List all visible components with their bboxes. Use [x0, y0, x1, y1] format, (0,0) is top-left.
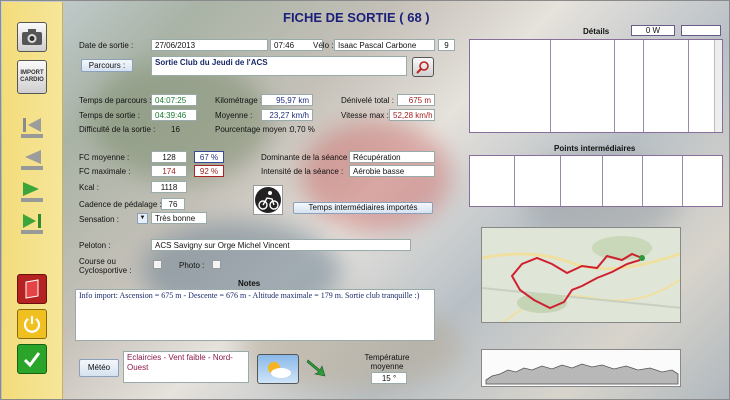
parcours-field[interactable]: Sortie Club du Jeudi de l'ACS	[151, 56, 407, 76]
camera-icon	[22, 29, 42, 45]
sensation-label: Sensation :	[79, 215, 120, 224]
cadence-value[interactable]: 76	[161, 198, 185, 210]
intensite-label: Intensité de la séance :	[261, 167, 344, 176]
meteo-button[interactable]: Météo	[79, 359, 119, 377]
last-record-button[interactable]	[17, 208, 47, 238]
difficulte-value: 16	[171, 125, 180, 134]
cadence-label: Cadence de pédalage :	[79, 200, 162, 209]
date-label: Date de sortie :	[79, 41, 134, 50]
sidebar: IMPORT CARDIO	[2, 2, 63, 399]
dominante-value[interactable]: Récupération	[349, 151, 435, 163]
fc-max-percent: 92 %	[194, 165, 224, 177]
page-title: FICHE DE SORTIE ( 68 )	[283, 10, 430, 25]
pourcentage-label: Pourcentage moyen :	[215, 125, 292, 134]
photo-label: Photo :	[179, 261, 205, 270]
peloton-label: Peloton :	[79, 241, 111, 250]
course-checkbox[interactable]	[153, 260, 162, 269]
parcours-button[interactable]: Parcours :	[81, 59, 133, 72]
magnifier-icon	[416, 61, 429, 74]
kilometrage-value: 95,97 km	[261, 94, 313, 106]
moyenne-value: 23,27 km/h	[261, 109, 313, 121]
peloton-field[interactable]: ACS Savigny sur Orge Michel Vincent	[151, 239, 411, 251]
vitesse-value: 52,28 km/h	[389, 109, 435, 121]
kcal-label: Kcal :	[79, 183, 100, 192]
date-field[interactable]: 27/06/2013	[151, 39, 268, 51]
photo-checkbox[interactable]	[212, 260, 221, 269]
next-record-button[interactable]	[17, 176, 47, 206]
delete-icon	[25, 279, 39, 299]
kilometrage-label: Kilométrage :	[215, 96, 263, 105]
fc-moyenne-value[interactable]: 128	[151, 151, 187, 163]
velo-number-field: 9	[438, 39, 455, 51]
elevation-profile	[481, 349, 681, 387]
points-grid[interactable]	[469, 155, 723, 207]
pourcentage-value: 0,70 %	[290, 125, 315, 134]
meteo-field[interactable]: Eclaircies - Vent faible - Nord-Ouest	[123, 351, 249, 383]
last-arrow-icon	[21, 214, 43, 234]
checkmark-icon	[23, 352, 41, 368]
first-record-button[interactable]	[17, 112, 47, 142]
details-label: Détails	[583, 27, 610, 36]
notes-label: Notes	[238, 279, 261, 288]
vitesse-label: Vitesse max :	[341, 111, 389, 120]
velo-field[interactable]: Isaac Pascal Carbone	[334, 39, 435, 51]
temps-parcours-value: 04:07:25	[151, 94, 197, 106]
next-arrow-icon	[21, 182, 43, 202]
temps-intermediaires-button[interactable]: Temps intermédiaires importés	[293, 202, 433, 214]
first-arrow-icon	[21, 118, 43, 138]
weather-button[interactable]	[257, 354, 299, 384]
details-scrollbar[interactable]	[714, 40, 722, 132]
dominante-label: Dominante de la séance :	[261, 153, 352, 162]
sensation-dropdown-arrow[interactable]: ▼	[137, 213, 148, 224]
route-map[interactable]	[481, 227, 681, 323]
difficulte-label: Difficulté de la sortie :	[79, 125, 156, 134]
watts-field: 0 W	[631, 25, 675, 36]
wind-arrow-icon	[305, 356, 329, 378]
previous-arrow-icon	[21, 150, 43, 170]
camera-button[interactable]	[17, 22, 47, 52]
notes-textarea[interactable]: Info import: Ascension = 675 m - Descent…	[75, 289, 435, 341]
temperature-value[interactable]: 15 °	[371, 372, 407, 384]
fc-max-value[interactable]: 174	[151, 165, 187, 177]
app-window: IMPORT CARDIO FICHE DE SORTIE ( 68 ) Dat…	[0, 0, 730, 400]
details-grid[interactable]	[469, 39, 723, 133]
temperature-label: Température moyenne	[364, 353, 410, 371]
power-button[interactable]	[17, 309, 47, 339]
power-icon	[23, 316, 41, 333]
points-label: Points intermédiaires	[554, 144, 636, 153]
course-label: Course ou Cyclosportive :	[79, 257, 132, 275]
search-parcours-button[interactable]	[412, 57, 434, 77]
previous-record-button[interactable]	[17, 144, 47, 174]
temps-sortie-value: 04:39:46	[151, 109, 197, 121]
fc-moyenne-percent: 67 %	[194, 151, 224, 163]
temps-parcours-label: Temps de parcours :	[79, 96, 152, 105]
sensation-value[interactable]: Très bonne	[151, 212, 207, 224]
validate-button[interactable]	[17, 344, 47, 374]
cyclist-icon	[253, 185, 283, 215]
velo-label: Vélo :	[313, 41, 334, 50]
delete-button[interactable]	[17, 274, 47, 304]
temps-sortie-label: Temps de sortie :	[79, 111, 140, 120]
denivele-label: Dénivelé total :	[341, 96, 394, 105]
denivele-value: 675 m	[397, 94, 435, 106]
intensite-value[interactable]: Aérobie basse	[349, 165, 435, 177]
kcal-value[interactable]: 1118	[151, 181, 187, 193]
fc-moyenne-label: FC moyenne :	[79, 153, 130, 162]
fc-max-label: FC maximale :	[79, 167, 131, 176]
import-cardio-button[interactable]: IMPORT CARDIO	[17, 60, 47, 94]
moyenne-label: Moyenne :	[215, 111, 253, 120]
sun-cloud-icon	[268, 362, 291, 378]
details-extra-field	[681, 25, 721, 36]
import-cardio-label: IMPORT CARDIO	[20, 70, 44, 83]
